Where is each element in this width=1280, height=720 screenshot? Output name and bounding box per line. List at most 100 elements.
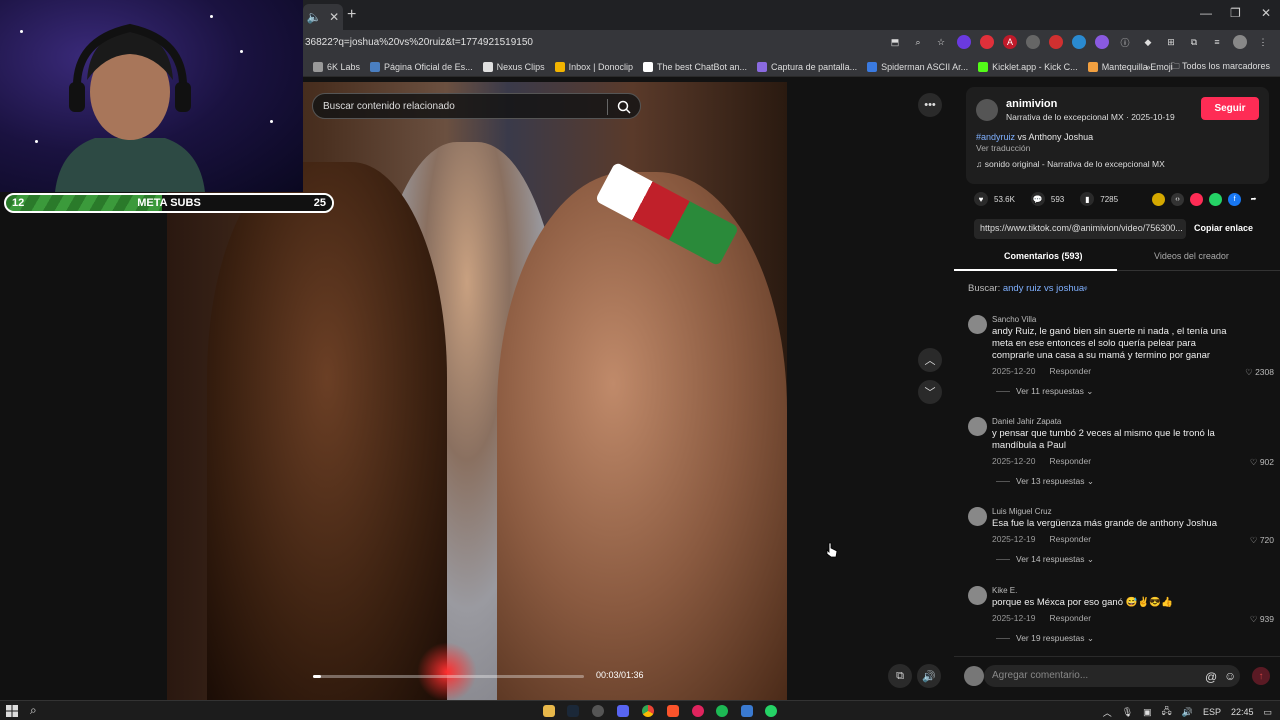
comment-input[interactable]: Agregar comentario... <box>984 665 1240 687</box>
pip-button[interactable]: ⧉ <box>888 664 912 688</box>
search-taskbar-icon[interactable]: ⌕ <box>30 703 37 718</box>
new-tab-button[interactable]: + <box>347 6 356 24</box>
network-icon[interactable]: 🖧 <box>1162 704 1172 720</box>
reading-list-icon[interactable]: ≡ <box>1210 35 1224 49</box>
discord-icon[interactable] <box>617 705 629 717</box>
commenter-avatar[interactable] <box>968 315 987 334</box>
hashtag-link[interactable]: #andyruiz <box>976 132 1015 142</box>
commenter-avatar[interactable] <box>968 417 987 436</box>
bookmark-item[interactable]: Spiderman ASCII Ar... <box>867 61 968 72</box>
search-suggestion[interactable]: Buscar: andy ruiz vs joshuaᵠ <box>968 283 1087 294</box>
steam-icon[interactable] <box>567 705 579 717</box>
comment-likes[interactable]: ♡ 939 <box>1250 614 1274 625</box>
follow-button[interactable]: Seguir <box>1201 97 1259 120</box>
volume-button[interactable]: 🔊 <box>917 664 941 688</box>
search-icon[interactable] <box>616 99 632 115</box>
extension-icon[interactable] <box>1049 35 1063 49</box>
tab-creator-videos[interactable]: Videos del creador <box>1154 251 1229 261</box>
zoom-icon[interactable]: ⌕ <box>911 35 925 49</box>
facebook-icon[interactable]: f <box>1228 192 1242 206</box>
comment-likes[interactable]: ♡ 902 <box>1250 457 1274 468</box>
reply-button[interactable]: Responder <box>1049 613 1091 623</box>
video-link-field[interactable]: https://www.tiktok.com/@animivion/video/… <box>974 219 1186 239</box>
browser-tab[interactable]: 🔈 ✕ <box>303 4 343 30</box>
more-options-button[interactable]: ••• <box>918 93 942 117</box>
comment-likes[interactable]: ♡ 2308 <box>1245 367 1274 378</box>
extension-icon[interactable] <box>957 35 971 49</box>
tray-app-icon[interactable]: ▣ <box>1143 707 1152 718</box>
tab-close-icon[interactable]: ✕ <box>329 10 339 24</box>
puzzle-icon[interactable]: ⧉ <box>1187 35 1201 49</box>
obs-icon[interactable] <box>592 705 604 717</box>
translate-link[interactable]: Ver traducción <box>976 143 1030 153</box>
app-icon[interactable] <box>741 705 753 717</box>
view-replies-button[interactable]: Ver 11 respuestas ⌄ <box>996 386 1093 397</box>
video-progress-bar[interactable] <box>313 675 584 678</box>
extension-icon[interactable] <box>1026 35 1040 49</box>
media-player-icon[interactable] <box>692 705 704 717</box>
commenter-name[interactable]: Luis Miguel Cruz <box>992 507 1052 516</box>
commenter-name[interactable]: Sancho Villa <box>992 315 1036 324</box>
heart-icon[interactable]: ♥ <box>974 192 988 206</box>
bookmark-icon[interactable]: ▮ <box>1080 192 1095 206</box>
view-replies-button[interactable]: Ver 14 respuestas ⌄ <box>996 554 1094 565</box>
bookmarks-overflow-button[interactable]: » <box>1146 62 1151 72</box>
file-explorer-icon[interactable] <box>543 705 555 717</box>
bookmark-item[interactable]: The best ChatBot an... <box>642 61 747 72</box>
bookmark-item[interactable]: Kicklet.app - Kick C... <box>978 61 1078 72</box>
minimize-icon[interactable]: — <box>1200 6 1212 20</box>
whatsapp-taskbar-icon[interactable] <box>765 705 777 717</box>
whatsapp-icon[interactable] <box>1209 192 1223 206</box>
commenter-name[interactable]: Daniel Jahir Zapata <box>992 417 1061 426</box>
extension-icon[interactable] <box>1095 35 1109 49</box>
bookmark-item[interactable]: Inbox | Donoclip <box>554 61 633 72</box>
menu-icon[interactable]: ⋮ <box>1256 35 1270 49</box>
windows-start-icon[interactable] <box>6 705 18 717</box>
commenter-avatar[interactable] <box>968 507 987 526</box>
microphone-icon[interactable]: 🎙 <box>1122 707 1133 718</box>
clock[interactable]: 22:45 <box>1231 707 1254 717</box>
tray-chevron-icon[interactable]: ︿ <box>1103 706 1112 719</box>
extension-icon[interactable] <box>980 35 994 49</box>
restore-icon[interactable]: ❐ <box>1230 6 1241 20</box>
language-indicator[interactable]: ESP <box>1203 707 1221 717</box>
chrome-icon[interactable] <box>642 705 654 717</box>
extension-icon[interactable]: ⊞ <box>1164 35 1178 49</box>
notification-icon[interactable]: ▭ <box>1263 707 1272 718</box>
coin-icon[interactable] <box>1152 192 1166 206</box>
profile-avatar[interactable] <box>1233 35 1247 49</box>
embed-icon[interactable]: ‹› <box>1171 192 1185 206</box>
send-comment-button[interactable]: ↑ <box>1252 667 1270 685</box>
commenter-avatar[interactable] <box>968 586 987 605</box>
previous-video-button[interactable]: ︿ <box>918 348 942 372</box>
adblock-icon[interactable]: A <box>1003 35 1017 49</box>
view-replies-button[interactable]: Ver 19 respuestas ⌄ <box>996 633 1094 644</box>
install-icon[interactable]: ⬒ <box>888 35 902 49</box>
send-to-friend-icon[interactable] <box>1190 192 1204 206</box>
url-field[interactable]: 36822?q=joshua%20vs%20ruiz&t=17749215191… <box>305 37 533 48</box>
author-name[interactable]: animivion <box>1006 98 1057 110</box>
search-query-link[interactable]: andy ruiz vs joshua <box>1003 283 1084 294</box>
share-icon[interactable]: ➦ <box>1247 193 1260 206</box>
extension-icon[interactable]: ◆ <box>1141 35 1155 49</box>
related-search-input[interactable]: Buscar contenido relacionado <box>312 93 641 119</box>
reply-button[interactable]: Responder <box>1049 534 1091 544</box>
next-video-button[interactable]: ﹀ <box>918 380 942 404</box>
reply-button[interactable]: Responder <box>1049 366 1091 376</box>
bookmark-star-icon[interactable]: ☆ <box>934 35 948 49</box>
bookmark-item[interactable]: Nexus Clips <box>482 61 545 72</box>
comment-likes[interactable]: ♡ 720 <box>1250 535 1274 546</box>
tab-comments[interactable]: Comentarios (593) <box>1004 251 1083 261</box>
emoji-icon[interactable]: ☺ <box>1224 669 1236 683</box>
extension-icon[interactable] <box>1072 35 1086 49</box>
all-bookmarks-button[interactable]: 🗀 Todos los marcadores <box>1171 59 1270 75</box>
comment-icon[interactable]: 💬 <box>1030 192 1045 206</box>
close-window-icon[interactable]: ✕ <box>1261 6 1271 20</box>
sound-row[interactable]: ♫ sonido original - Narrativa de lo exce… <box>976 159 1165 169</box>
mention-icon[interactable]: @ <box>1205 670 1217 684</box>
bookmark-item[interactable]: Página Oficial de Es... <box>370 61 473 72</box>
speaker-icon[interactable]: 🔊 <box>1182 707 1193 718</box>
author-avatar[interactable] <box>976 99 998 121</box>
bookmark-item[interactable]: 6K Labs <box>313 61 360 72</box>
view-replies-button[interactable]: Ver 13 respuestas ⌄ <box>996 476 1094 487</box>
